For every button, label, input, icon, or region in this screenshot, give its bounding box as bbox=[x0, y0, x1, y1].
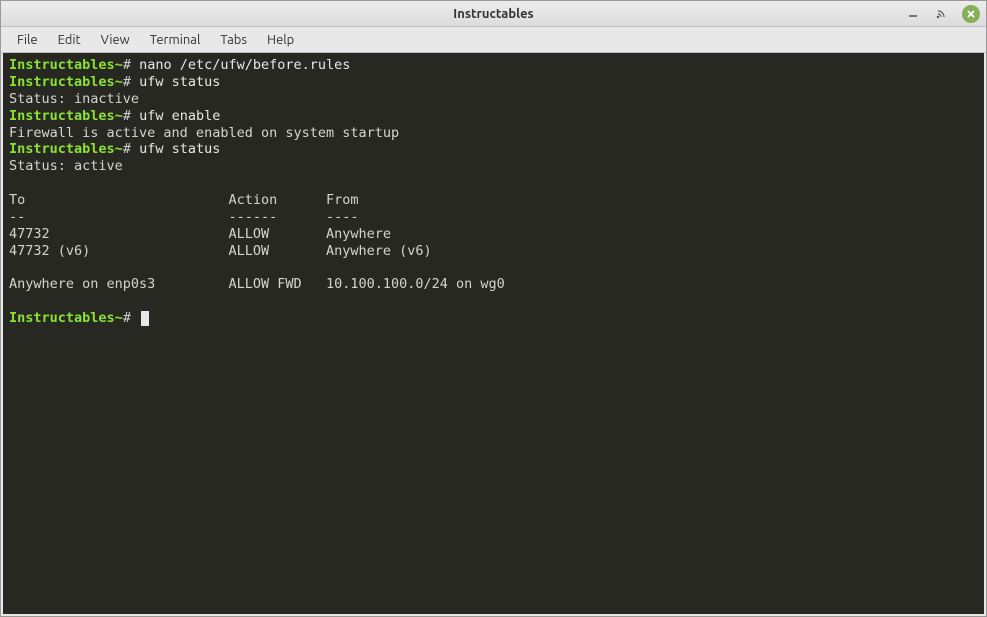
prompt-host: Instructables bbox=[9, 310, 115, 326]
cursor bbox=[141, 311, 149, 326]
out-header: To Action From bbox=[9, 192, 359, 208]
prompt-tilde: ~ bbox=[115, 57, 123, 73]
window-title: Instructables bbox=[453, 7, 533, 21]
out-enabled: Firewall is active and enabled on system… bbox=[9, 125, 399, 141]
out-rule2: 47732 (v6) ALLOW Anywhere (v6) bbox=[9, 243, 432, 259]
terminal-area[interactable]: Instructables~# nano /etc/ufw/before.rul… bbox=[3, 53, 984, 614]
prompt-host: Instructables bbox=[9, 57, 115, 73]
maximize-button[interactable] bbox=[934, 7, 948, 21]
cmd-status1: ufw status bbox=[139, 74, 220, 90]
menu-file[interactable]: File bbox=[9, 30, 46, 50]
terminal-window: Instructables File Edit View bbox=[0, 0, 987, 617]
menu-edit[interactable]: Edit bbox=[50, 30, 89, 50]
prompt-hash: # bbox=[123, 108, 131, 124]
minimize-icon bbox=[908, 9, 918, 19]
prompt-hash: # bbox=[123, 310, 131, 326]
window-controls bbox=[906, 5, 980, 23]
maximize-icon bbox=[935, 8, 947, 20]
cmd-status2: ufw status bbox=[139, 141, 220, 157]
menu-terminal[interactable]: Terminal bbox=[142, 30, 209, 50]
out-rule3: Anywhere on enp0s3 ALLOW FWD 10.100.100.… bbox=[9, 276, 505, 292]
cmd-nano: nano /etc/ufw/before.rules bbox=[139, 57, 350, 73]
prompt-host: Instructables bbox=[9, 108, 115, 124]
minimize-button[interactable] bbox=[906, 7, 920, 21]
close-button[interactable] bbox=[962, 5, 980, 23]
out-divider: -- ------ ---- bbox=[9, 209, 359, 225]
close-icon bbox=[966, 9, 976, 19]
prompt-tilde: ~ bbox=[115, 310, 123, 326]
prompt-hash: # bbox=[123, 57, 131, 73]
cmd-enable: ufw enable bbox=[139, 108, 220, 124]
menu-help[interactable]: Help bbox=[259, 30, 302, 50]
out-rule1: 47732 ALLOW Anywhere bbox=[9, 226, 391, 242]
prompt-host: Instructables bbox=[9, 74, 115, 90]
prompt-tilde: ~ bbox=[115, 141, 123, 157]
titlebar[interactable]: Instructables bbox=[1, 1, 986, 27]
prompt-hash: # bbox=[123, 74, 131, 90]
prompt-tilde: ~ bbox=[115, 108, 123, 124]
prompt-hash: # bbox=[123, 141, 131, 157]
prompt-tilde: ~ bbox=[115, 74, 123, 90]
menu-tabs[interactable]: Tabs bbox=[212, 30, 255, 50]
prompt-host: Instructables bbox=[9, 141, 115, 157]
out-active: Status: active bbox=[9, 158, 123, 174]
menubar: File Edit View Terminal Tabs Help bbox=[1, 27, 986, 53]
menu-view[interactable]: View bbox=[93, 30, 138, 50]
out-inactive: Status: inactive bbox=[9, 91, 139, 107]
